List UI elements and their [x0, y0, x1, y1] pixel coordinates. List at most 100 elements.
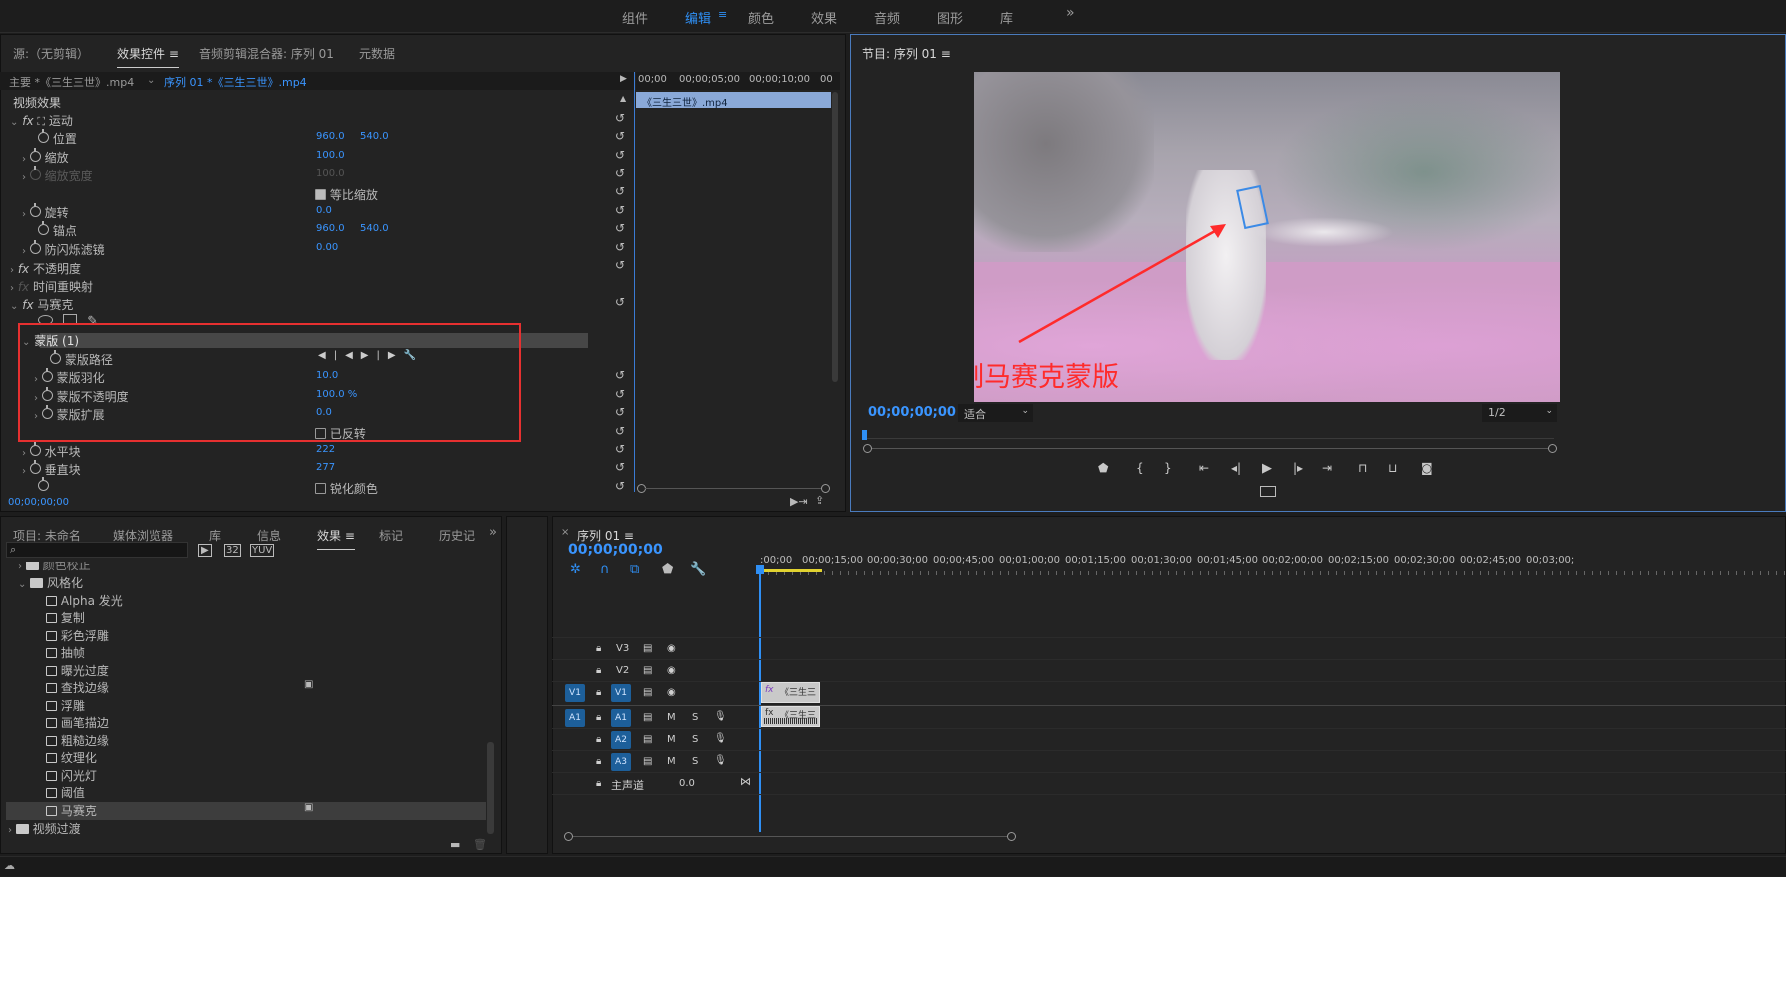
solo-button[interactable]: S [692, 756, 698, 767]
sync-lock-icon[interactable]: ▤ [643, 756, 652, 767]
close-icon[interactable]: × [561, 527, 569, 538]
reset-icon[interactable]: ↺ [615, 368, 625, 382]
lock-icon[interactable]: 🔒︎ [596, 734, 601, 745]
sync-lock-icon[interactable]: ▤ [643, 712, 652, 723]
go-to-out-icon[interactable]: ⇥ [1322, 461, 1332, 475]
track-label-v2[interactable]: V2 [616, 665, 629, 676]
tab-markers[interactable]: 标记 [379, 527, 403, 544]
fit-dropdown[interactable]: 适合 ⌄ [958, 404, 1033, 422]
property-vertical-blocks[interactable]: › 垂直块 [22, 460, 81, 480]
sequence-clip-label[interactable]: 序列 01 *《三生三世》.mp4 [164, 74, 307, 93]
linked-selection-icon[interactable]: ⧉ [630, 562, 639, 577]
timeline-timecode[interactable]: 00;00;00;00 [568, 542, 663, 561]
reset-icon[interactable]: ↺ [615, 221, 625, 235]
rotation-value[interactable]: 0.0 [316, 205, 332, 224]
tab-effect-controls[interactable]: 效果控件 ≡ [117, 45, 179, 68]
master-clip-label[interactable]: 主要 *《三生三世》.mp4 [9, 74, 134, 93]
mark-in-icon[interactable]: { [1136, 461, 1144, 475]
checkbox-icon[interactable] [315, 483, 326, 494]
program-playhead[interactable] [862, 430, 867, 440]
track-label-v3[interactable]: V3 [616, 643, 629, 654]
timeline-zoom-bar[interactable] [573, 836, 1007, 837]
resolution-dropdown[interactable]: 1/2 ⌄ [1482, 404, 1557, 422]
horizontal-blocks-value[interactable]: 222 [316, 444, 335, 463]
lift-icon[interactable]: ⊓ [1358, 461, 1367, 475]
export-frame-icon[interactable]: ▶⇥ [790, 495, 808, 514]
reset-icon[interactable]: ↺ [615, 111, 625, 125]
effect-time-remap[interactable]: › fx 时间重映射 [10, 278, 93, 297]
panel-overflow-icon[interactable]: » [489, 525, 497, 540]
property-position[interactable]: 位置 [38, 129, 77, 149]
workspace-color[interactable]: 颜色 [748, 8, 774, 27]
program-zoom-handle-right[interactable] [1548, 444, 1557, 453]
program-zoom-handle-left[interactable] [863, 444, 872, 453]
marker-icon[interactable]: ⬟ [1098, 461, 1108, 475]
list-item[interactable]: 复制 [46, 609, 85, 628]
play-arrow-icon[interactable]: ▶ [620, 74, 627, 93]
reset-icon[interactable]: ↺ [615, 442, 625, 456]
timeline-settings-icon[interactable]: 🔧 [690, 562, 706, 577]
reset-icon[interactable]: ↺ [615, 479, 625, 493]
play-icon[interactable]: ▶ [1262, 461, 1272, 476]
workspace-overflow-icon[interactable]: » [1066, 5, 1075, 21]
reset-icon[interactable]: ↺ [615, 387, 625, 401]
trash-icon[interactable]: 🗑 [473, 838, 487, 857]
step-forward-icon[interactable]: |▸ [1293, 461, 1303, 475]
position-x-value[interactable]: 960.0 [316, 131, 345, 150]
lock-icon[interactable]: 🔒︎ [596, 687, 601, 698]
chevron-down-icon[interactable]: ⌄ [147, 75, 155, 94]
anchor-y-value[interactable]: 540.0 [360, 223, 389, 242]
ec-scrollbar[interactable] [832, 92, 838, 382]
workspace-editing[interactable]: 编辑 [685, 8, 711, 27]
workspace-audio[interactable]: 音频 [874, 8, 900, 27]
reset-icon[interactable]: ↺ [615, 405, 625, 419]
effects-search-input[interactable]: ⌕ [6, 542, 188, 558]
tab-source[interactable]: 源:（无剪辑） [13, 45, 89, 62]
stopwatch-icon[interactable] [29, 148, 41, 162]
ec-playhead[interactable] [634, 72, 635, 492]
mute-button[interactable]: M [667, 734, 676, 745]
reset-icon[interactable]: ↺ [615, 460, 625, 474]
sharpen-colors-checkbox[interactable]: 锐化颜色 [315, 480, 378, 499]
property-anti-flicker[interactable]: › 防闪烁滤镜 [22, 240, 105, 260]
eye-icon[interactable]: ◉ [667, 687, 676, 698]
timeline-zoom-handle-left[interactable] [564, 832, 573, 841]
reset-icon[interactable]: ↺ [615, 166, 625, 180]
solo-button[interactable]: S [692, 712, 698, 723]
lock-icon[interactable]: 🔒︎ [596, 756, 601, 767]
stopwatch-icon[interactable] [38, 221, 49, 235]
effects-scrollbar[interactable] [487, 742, 494, 834]
track-target-a1[interactable]: A1 [611, 709, 631, 727]
workspace-graphics[interactable]: 图形 [937, 8, 963, 27]
vertical-blocks-value[interactable]: 277 [316, 462, 335, 481]
program-video-frame[interactable]: 绘制马赛克蒙版 [974, 72, 1560, 402]
program-monitor-title[interactable]: 节目: 序列 01 ≡ [862, 45, 951, 62]
source-patch-v1[interactable]: V1 [565, 684, 585, 702]
reset-icon[interactable]: ↺ [615, 203, 625, 217]
reset-icon[interactable]: ↺ [615, 184, 625, 198]
property-scale[interactable]: › 缩放 [22, 148, 69, 168]
stopwatch-icon[interactable] [29, 442, 41, 456]
stopwatch-icon[interactable] [29, 460, 41, 474]
stopwatch-icon[interactable] [29, 203, 41, 217]
checkbox-checked-icon[interactable] [315, 189, 326, 200]
microphone-icon[interactable]: 🎙︎ [714, 733, 727, 744]
property-horizontal-blocks[interactable]: › 水平块 [22, 442, 81, 462]
program-timecode[interactable]: 00;00;00;00 [868, 405, 956, 424]
timeline-zoom-handle-right[interactable] [1007, 832, 1016, 841]
workspace-effects[interactable]: 效果 [811, 8, 837, 27]
solo-button[interactable]: S [692, 734, 698, 745]
list-item[interactable]: 画笔描边 [46, 714, 109, 733]
workspace-menu-icon[interactable]: ≡ [718, 8, 727, 21]
track-target-a2[interactable]: A2 [611, 731, 631, 749]
tab-effects[interactable]: 效果 ≡ [317, 527, 355, 550]
sync-lock-icon[interactable]: ▤ [643, 643, 652, 654]
program-zoom-bar[interactable] [872, 448, 1548, 449]
workspace-libraries[interactable]: 库 [1000, 8, 1013, 27]
workspace-assembly[interactable]: 组件 [622, 8, 648, 27]
source-patch-a1[interactable]: A1 [565, 709, 585, 727]
microphone-icon[interactable]: 🎙︎ [714, 755, 727, 766]
stopwatch-icon[interactable] [29, 240, 41, 254]
reset-icon[interactable]: ↺ [615, 424, 625, 438]
timeline-playhead-handle[interactable] [756, 565, 764, 574]
